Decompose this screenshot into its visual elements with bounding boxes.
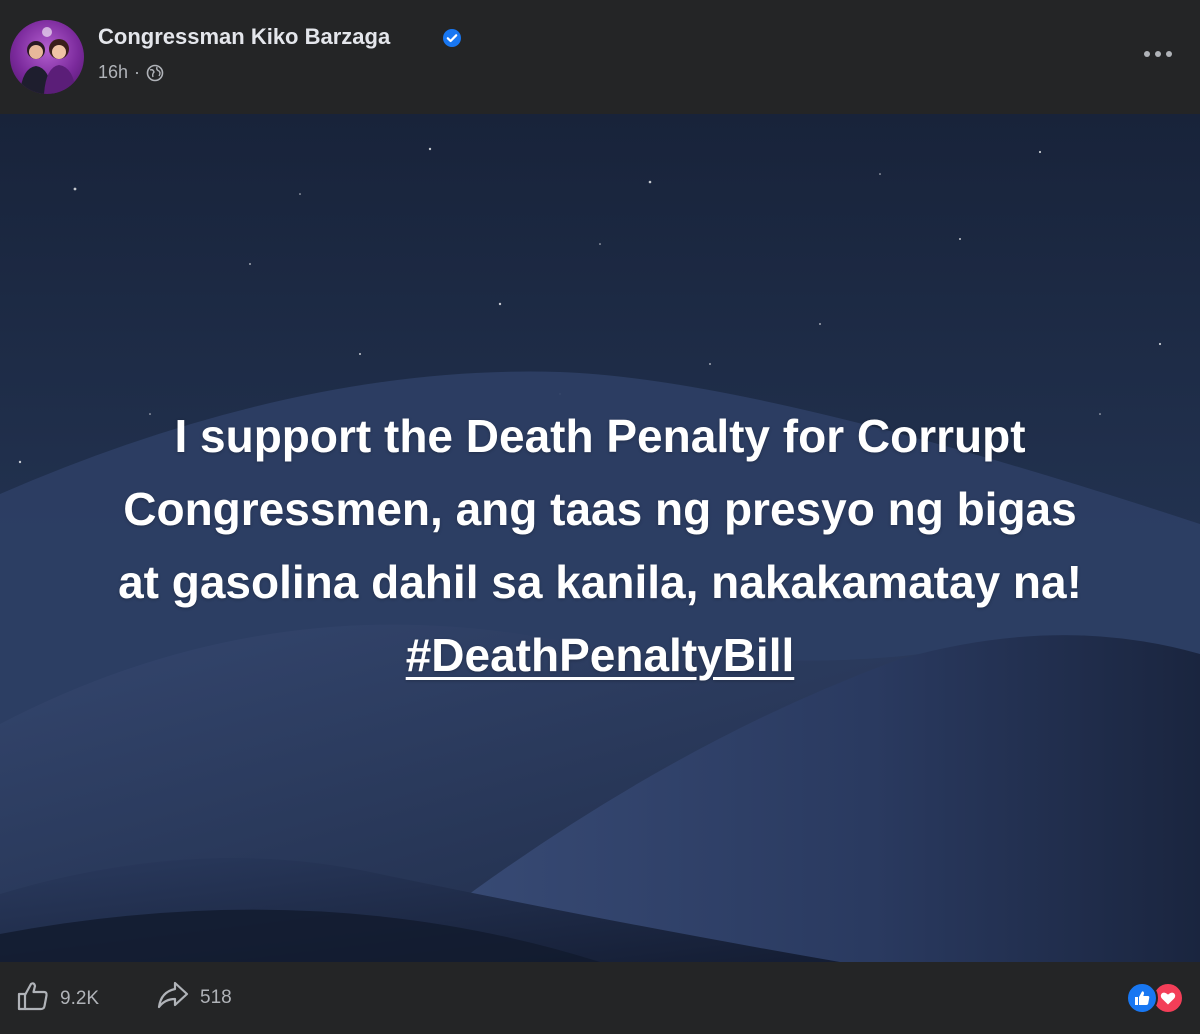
post-footer: 9.2K 518 — [0, 962, 1200, 1034]
author-avatar[interactable] — [10, 20, 84, 94]
meta-separator: · — [134, 62, 141, 82]
like-button[interactable]: 9.2K — [16, 980, 99, 1018]
image-text-line-3: at gasolina dahil sa kanila, nakakamatay… — [118, 556, 1082, 608]
reactions-summary[interactable] — [1126, 982, 1188, 1016]
post-image-text: I support the Death Penalty for Corrupt … — [0, 400, 1200, 692]
thumbs-up-icon — [16, 980, 50, 1018]
verified-badge-icon — [442, 28, 462, 48]
post-image[interactable]: I support the Death Penalty for Corrupt … — [0, 114, 1200, 962]
post-meta: 16h · — [98, 62, 164, 83]
author-name[interactable]: Congressman Kiko Barzaga — [98, 24, 390, 50]
globe-icon[interactable] — [146, 64, 164, 82]
like-reaction-icon — [1126, 982, 1158, 1014]
share-count: 518 — [200, 987, 232, 1008]
post-header: Congressman Kiko Barzaga 16h · — [0, 0, 1200, 114]
share-button[interactable]: 518 — [156, 980, 232, 1016]
image-text-line-2: Congressmen, ang taas ng presyo ng bigas — [123, 483, 1077, 535]
share-arrow-icon — [156, 980, 190, 1016]
like-count: 9.2K — [60, 988, 100, 1009]
more-options-icon[interactable] — [1136, 36, 1180, 72]
facebook-post: Congressman Kiko Barzaga 16h · I support… — [0, 0, 1200, 1034]
image-text-line-1: I support the Death Penalty for Corrupt — [174, 410, 1026, 462]
hashtag-link[interactable]: #DeathPenaltyBill — [406, 629, 795, 681]
post-timestamp[interactable]: 16h — [98, 62, 128, 83]
